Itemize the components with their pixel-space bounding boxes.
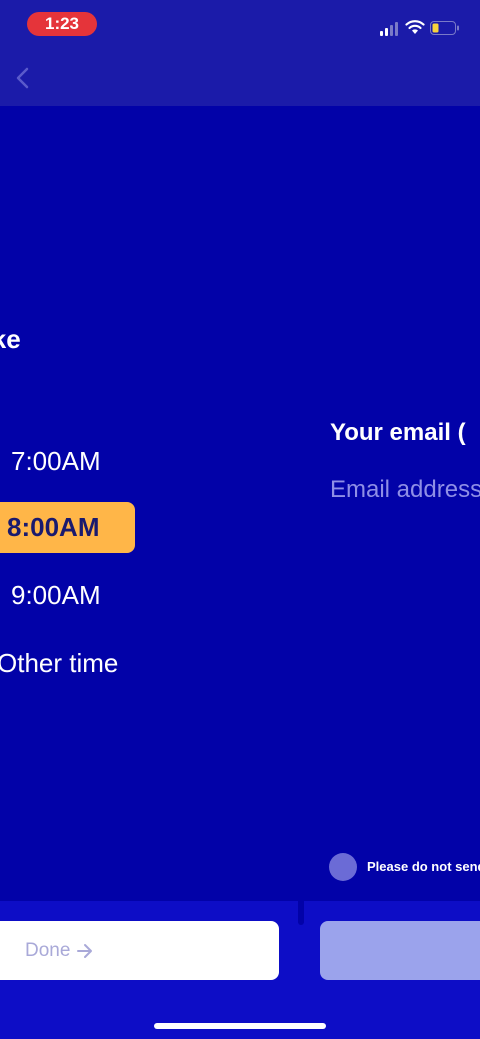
- status-bar: 1:23: [0, 0, 480, 48]
- wake-question-line-2: y?: [0, 356, 134, 390]
- time-option-7am[interactable]: 7:00AM: [11, 446, 101, 477]
- battery-icon: [430, 21, 459, 35]
- done-button[interactable]: Done: [0, 921, 279, 980]
- wifi-icon: [405, 20, 425, 34]
- status-time[interactable]: 1:23: [27, 12, 97, 36]
- done-label: Done: [25, 939, 71, 961]
- email-input[interactable]: [330, 472, 480, 508]
- email-title: Your email (: [330, 419, 466, 446]
- time-option-9am[interactable]: 9:00AM: [11, 580, 101, 611]
- nav-bar: [0, 48, 480, 106]
- screen: 1:23 u wake y? 7:00AM 8:00AM 9:00AM Othe…: [0, 0, 480, 1039]
- cellular-signal-icon: [380, 22, 400, 36]
- email-continue-button[interactable]: [320, 921, 480, 980]
- consent-label: Please do not send: [367, 859, 480, 874]
- panel-divider: [298, 901, 304, 925]
- home-indicator: [154, 1023, 326, 1029]
- back-chevron-icon[interactable]: [12, 66, 34, 90]
- time-option-other[interactable]: Other time: [0, 648, 118, 679]
- wake-question-title: u wake y?: [0, 322, 134, 390]
- time-option-8am-selected[interactable]: 8:00AM: [0, 502, 135, 553]
- wake-question-line-1: u wake: [0, 324, 21, 354]
- consent-radio[interactable]: [329, 853, 357, 881]
- arrow-right-icon: [77, 943, 93, 958]
